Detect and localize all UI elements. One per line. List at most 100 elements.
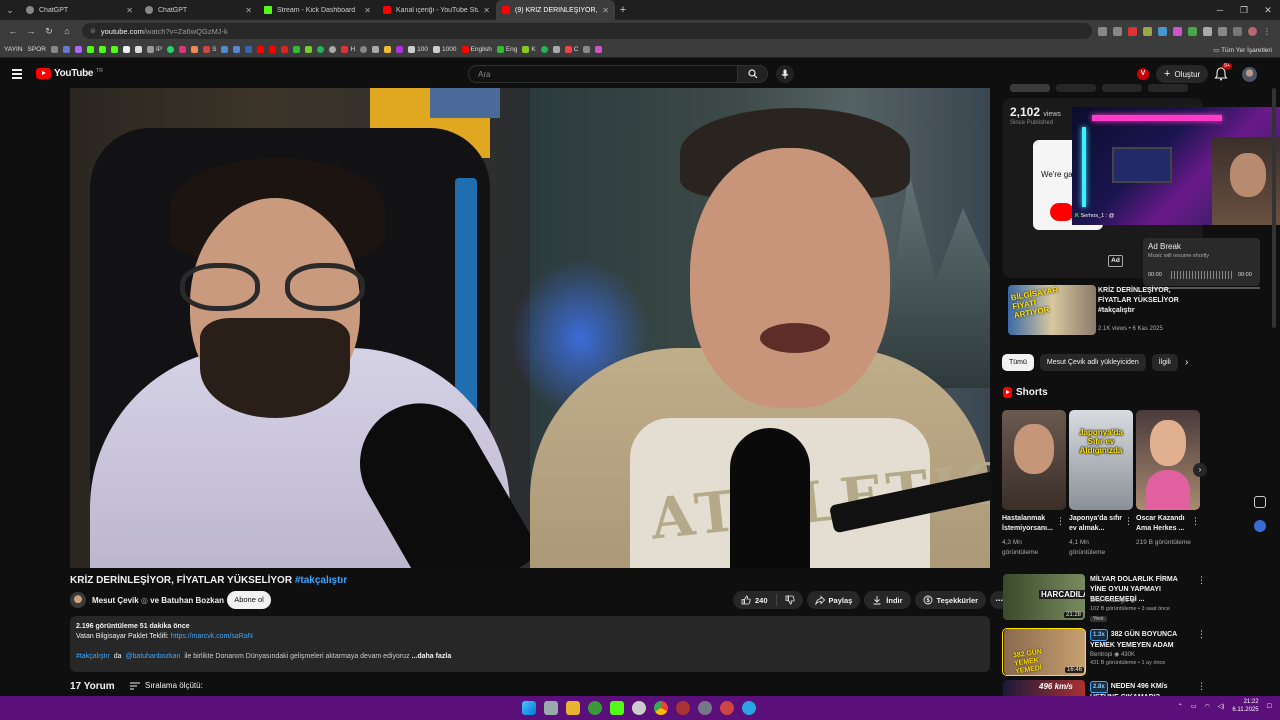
media-player-icon[interactable] (610, 701, 624, 715)
browser-tab-youtube-video[interactable]: (9) KRİZ DERİNLEŞİYOR, FİYATL...✕ (496, 0, 615, 20)
live-button[interactable] (1050, 203, 1074, 221)
reload-icon[interactable]: ↻ (40, 26, 58, 37)
bookmark-item[interactable] (540, 46, 548, 53)
extension-icon[interactable] (1128, 26, 1137, 36)
extensions-puzzle-icon[interactable] (1218, 26, 1227, 36)
browser-tab-chatgpt-1[interactable]: ChatGPT ✕ (20, 0, 139, 20)
video-player[interactable]: ATHLETIC (70, 88, 990, 568)
chevron-up-icon[interactable]: ⌃ (1178, 703, 1183, 710)
bookmark-spotify[interactable] (317, 46, 325, 53)
bookmark-kick[interactable] (86, 46, 94, 53)
extension-icon[interactable] (1143, 26, 1152, 36)
back-icon[interactable]: ← (4, 26, 22, 36)
all-bookmarks-folder[interactable]: ▭ Tüm Yer İşaretleri (1213, 46, 1272, 54)
start-icon[interactable] (522, 701, 536, 715)
telegram-icon[interactable] (742, 701, 756, 715)
video-thumbnail[interactable]: HARCADILAR 21:28 (1003, 574, 1085, 620)
bookmark-item[interactable] (396, 46, 404, 53)
volume-icon[interactable]: ◁) (1218, 703, 1225, 710)
bookmark-item[interactable] (384, 46, 392, 53)
chip-all[interactable]: Tümü (1002, 354, 1034, 371)
bookmark-eng[interactable]: Eng (496, 46, 517, 53)
bookmark-item[interactable] (233, 46, 241, 53)
video-thumbnail[interactable]: 496 km/s (1003, 680, 1085, 696)
notification-center-icon[interactable]: ☐ (1267, 703, 1272, 710)
menu-hamburger-icon[interactable] (12, 69, 22, 81)
sort-comments-button[interactable]: Sıralama ölçütü: (130, 681, 203, 690)
extension-icon[interactable] (1203, 26, 1212, 36)
home-icon[interactable]: ⌂ (58, 26, 76, 36)
bookmark-item[interactable] (360, 46, 368, 53)
bookmark-folder-yayin[interactable]: YAYIN (4, 46, 23, 53)
list-item[interactable]: 496 km/s 2.8xNEDEN 496 KM/s ÜSTÜNE ÇIKAM… (1003, 680, 1203, 696)
bookmark-item[interactable] (583, 46, 591, 53)
create-button[interactable]: + Oluştur (1156, 65, 1209, 83)
chip-related[interactable]: İlgili (1151, 354, 1178, 371)
bookmark-item[interactable] (595, 46, 603, 53)
extension-icon[interactable] (1173, 26, 1182, 36)
chevron-right-icon[interactable]: › (1185, 357, 1188, 368)
close-tab-icon[interactable]: ✕ (602, 6, 609, 15)
wifi-icon[interactable]: ◠ (1204, 703, 1209, 710)
task-view-icon[interactable] (544, 701, 558, 715)
short-menu-icon[interactable]: ⋮ (1191, 516, 1200, 527)
bookmark-s[interactable]: S (203, 46, 216, 53)
bookmark-item[interactable] (134, 46, 142, 53)
bookmark-item[interactable] (245, 46, 253, 53)
bookmark-item[interactable] (552, 46, 560, 53)
sidebar-toggle-icon[interactable] (1254, 496, 1266, 508)
thanks-button[interactable]: $ Teşekkürler (914, 591, 987, 609)
url-field[interactable]: ⊜ youtube.com/watch?v=Za6wQGzMJ-k (82, 23, 1092, 39)
search-input[interactable]: Ara (468, 65, 738, 83)
collab-channel-link[interactable]: Batuhan Bozkan (161, 596, 224, 605)
browser-tab-kick-dashboard[interactable]: Stream - Kick Dashboard ✕ (258, 0, 377, 20)
close-window-icon[interactable]: ✕ (1256, 0, 1280, 20)
channel-avatar[interactable] (70, 592, 86, 608)
short-thumbnail-3[interactable] (1136, 410, 1200, 510)
like-button[interactable]: 240 (733, 591, 776, 609)
show-more-link[interactable]: ...daha fazla (412, 653, 452, 660)
bookmark-item[interactable] (221, 46, 229, 53)
extension-icon[interactable] (1188, 26, 1197, 36)
subscribe-button[interactable]: Abone ol (227, 591, 271, 609)
shorts-next-button[interactable]: › (1193, 463, 1207, 477)
browser-menu-icon[interactable]: ⋮ (1263, 27, 1272, 36)
browser-tab-youtube-studio[interactable]: Kanal içeriği - YouTube Studio✕ (377, 0, 496, 20)
bookmark-english[interactable]: English (461, 46, 492, 53)
assistant-icon[interactable] (1254, 520, 1266, 532)
sidepanel-icon[interactable] (1233, 26, 1242, 36)
close-tab-icon[interactable]: ✕ (245, 6, 252, 15)
xbox-icon[interactable] (588, 701, 602, 715)
bookmark-h[interactable]: H (341, 46, 355, 53)
recommended-thumbnail[interactable]: BİLGİSAYAR FİYATI ARTIYOR (1008, 285, 1096, 335)
bookmark-ip[interactable]: IP (146, 46, 162, 53)
bookmark-c[interactable]: C (564, 46, 578, 53)
bookmark-item[interactable] (269, 46, 277, 53)
tab-search-icon[interactable]: ⌄ (0, 0, 20, 20)
bookmark-youtube[interactable] (257, 46, 265, 53)
close-tab-icon[interactable]: ✕ (364, 6, 371, 15)
close-tab-icon[interactable]: ✕ (483, 6, 490, 15)
bookmark-1000[interactable]: 1000 (433, 46, 457, 53)
bookmark-item[interactable] (305, 46, 313, 53)
video-menu-icon[interactable]: ⋮ (1197, 629, 1206, 640)
file-explorer-icon[interactable] (566, 701, 580, 715)
browser-tab-chatgpt-2[interactable]: ChatGPT ✕ (139, 0, 258, 20)
search-button[interactable] (738, 65, 768, 83)
bookmark-item[interactable] (62, 46, 70, 53)
video-hashtag-link[interactable]: #takçalıştır (295, 575, 347, 586)
extension-icon[interactable] (1158, 26, 1167, 36)
video-menu-icon[interactable]: ⋮ (1197, 575, 1206, 586)
stream-preview-overlay[interactable] (1072, 107, 1280, 225)
bookmark-item[interactable] (110, 46, 118, 53)
app-icon[interactable] (720, 701, 734, 715)
bookmark-apps[interactable] (50, 46, 58, 53)
short-menu-icon[interactable]: ⋮ (1124, 516, 1133, 527)
description-hashtag[interactable]: #takçalıştır (76, 653, 110, 660)
bookmark-folder-spor[interactable]: SPOR (28, 46, 46, 53)
settings-gear-icon[interactable] (698, 701, 712, 715)
short-menu-icon[interactable]: ⋮ (1056, 516, 1065, 527)
chip-from-uploader[interactable]: Mesut Çevik adlı yükleyiciden (1039, 354, 1146, 371)
description-link[interactable]: https://marcvk.com/saRaN (171, 633, 253, 640)
profile-avatar[interactable] (1248, 26, 1257, 36)
